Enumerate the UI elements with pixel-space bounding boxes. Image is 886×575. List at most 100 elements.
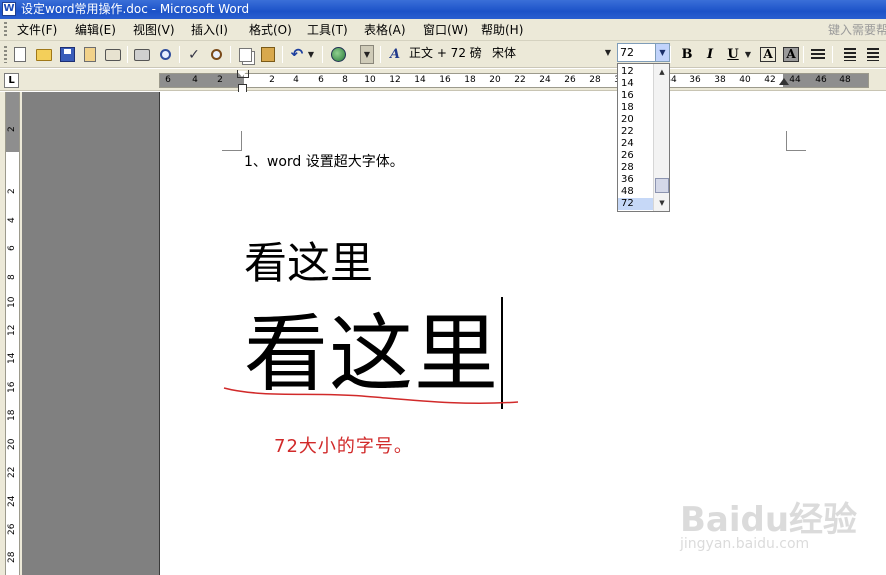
styles-formatting-button[interactable]: A bbox=[385, 45, 405, 64]
permission-button[interactable] bbox=[80, 45, 100, 64]
font-size-option[interactable]: 36 bbox=[618, 174, 654, 186]
menu-format[interactable]: 格式(O) bbox=[249, 22, 292, 38]
paste-button[interactable] bbox=[258, 45, 278, 64]
print-icon bbox=[134, 48, 150, 61]
menu-edit[interactable]: 编辑(E) bbox=[75, 22, 116, 38]
new-document-button[interactable] bbox=[10, 45, 30, 64]
hyperlink-button[interactable] bbox=[328, 45, 348, 64]
first-line-indent-marker[interactable] bbox=[237, 70, 249, 78]
chevron-down-icon[interactable]: ▼ bbox=[605, 44, 611, 62]
menu-insert[interactable]: 插入(I) bbox=[191, 22, 228, 38]
font-size-dropdown-button[interactable]: ▼ bbox=[655, 44, 669, 61]
scroll-up-icon[interactable]: ▲ bbox=[655, 65, 669, 79]
font-size-value[interactable]: 72 bbox=[620, 45, 634, 60]
vertical-ruler[interactable]: 2 2 4 6 8 10 12 14 16 18 20 22 24 26 28 bbox=[0, 92, 22, 575]
char-shading-button[interactable]: A bbox=[781, 45, 801, 64]
toolbar-separator bbox=[803, 46, 804, 63]
italic-button[interactable]: I bbox=[700, 45, 720, 64]
word-app-icon[interactable]: W bbox=[2, 2, 16, 16]
font-size-option[interactable]: 14 bbox=[618, 78, 654, 90]
menu-table[interactable]: 表格(A) bbox=[364, 22, 406, 38]
vertical-ruler-number: 16 bbox=[7, 381, 17, 393]
tab-selector[interactable]: L bbox=[4, 73, 19, 88]
vertical-ruler-number: 2 bbox=[7, 126, 17, 132]
vertical-ruler-number: 6 bbox=[7, 245, 17, 251]
font-size-box[interactable]: 72 ▼ bbox=[617, 43, 670, 62]
dropdown-scrollbar[interactable]: ▲ ▼ bbox=[653, 64, 669, 211]
font-size-option[interactable]: 26 bbox=[618, 150, 654, 162]
ruler-number: 10 bbox=[364, 75, 376, 85]
menu-view[interactable]: 视图(V) bbox=[133, 22, 175, 38]
undo-icon: ↶ bbox=[290, 45, 304, 63]
menu-tools[interactable]: 工具(T) bbox=[307, 22, 348, 38]
new-document-icon bbox=[14, 47, 26, 62]
ruler-number: 2 bbox=[269, 75, 275, 85]
vertical-ruler-number: 12 bbox=[7, 324, 17, 336]
help-search-box[interactable]: 键入需要帮 bbox=[828, 22, 886, 38]
scroll-down-icon[interactable]: ▼ bbox=[655, 196, 669, 210]
style-box[interactable]: 正文 + 72 磅 bbox=[409, 45, 482, 61]
menu-window[interactable]: 窗口(W) bbox=[423, 22, 468, 38]
vertical-ruler-track: 2 2 4 6 8 10 12 14 16 18 20 22 24 26 28 bbox=[5, 92, 20, 575]
copy-button[interactable] bbox=[235, 45, 255, 64]
window-title: 设定word常用操作.doc - Microsoft Word bbox=[21, 2, 250, 16]
char-shading-icon: A bbox=[783, 47, 799, 62]
undo-dropdown[interactable]: ▼ bbox=[305, 45, 317, 64]
scrollbar-thumb[interactable] bbox=[655, 178, 669, 193]
font-color-button[interactable]: A bbox=[758, 45, 778, 64]
bold-icon: B bbox=[681, 47, 693, 62]
menu-file[interactable]: 文件(F) bbox=[17, 22, 57, 38]
research-icon bbox=[210, 49, 222, 60]
font-size-options: 12 14 16 18 20 22 24 26 28 36 48 72 bbox=[618, 66, 654, 210]
undo-button[interactable]: ↶ bbox=[287, 45, 307, 64]
font-size-option[interactable]: 16 bbox=[618, 90, 654, 102]
menubar-grip[interactable] bbox=[4, 22, 7, 38]
font-size-option[interactable]: 72 bbox=[618, 198, 654, 210]
align-center-button[interactable] bbox=[808, 45, 828, 64]
ruler-number: 4 bbox=[192, 75, 198, 85]
underline-button[interactable]: U bbox=[723, 45, 743, 64]
save-button[interactable] bbox=[57, 45, 77, 64]
bullets-button[interactable] bbox=[861, 45, 881, 64]
document-heading[interactable]: 1、word 设置超大字体。 bbox=[244, 153, 404, 171]
toolbar-separator bbox=[670, 46, 671, 63]
bullets-icon bbox=[863, 48, 879, 61]
open-button[interactable] bbox=[34, 45, 54, 64]
right-indent-marker[interactable] bbox=[779, 78, 789, 85]
numbering-button[interactable] bbox=[838, 45, 858, 64]
vertical-ruler-number: 26 bbox=[7, 523, 17, 535]
ruler-number: 12 bbox=[389, 75, 401, 85]
underline-dropdown[interactable]: ▼ bbox=[742, 45, 754, 64]
spelling-icon: ✓ bbox=[188, 46, 200, 63]
toolbar-separator bbox=[380, 46, 381, 63]
font-name-box[interactable]: 宋体 ▼ bbox=[492, 44, 613, 62]
font-size-dropdown-list[interactable]: 12 14 16 18 20 22 24 26 28 36 48 72 ▲ ▼ bbox=[617, 63, 670, 212]
menu-help[interactable]: 帮助(H) bbox=[481, 22, 523, 38]
print-preview-button[interactable] bbox=[155, 45, 175, 64]
ruler-number: 40 bbox=[739, 75, 751, 85]
research-button[interactable] bbox=[206, 45, 226, 64]
font-size-option[interactable]: 12 bbox=[618, 66, 654, 78]
vertical-ruler-number: 2 bbox=[7, 188, 17, 194]
paste-icon bbox=[261, 47, 275, 62]
font-size-option[interactable]: 18 bbox=[618, 102, 654, 114]
document-large-text[interactable]: 看这里 bbox=[244, 238, 373, 290]
font-size-option[interactable]: 48 bbox=[618, 186, 654, 198]
red-underline-annotation bbox=[223, 387, 519, 405]
toolbar-grip[interactable] bbox=[4, 46, 7, 63]
spelling-button[interactable]: ✓ bbox=[184, 45, 204, 64]
watermark-url: jingyan.baidu.com bbox=[680, 536, 810, 552]
email-button[interactable] bbox=[103, 45, 123, 64]
dropdown-arrow-icon: ▼ bbox=[744, 49, 752, 59]
italic-icon: I bbox=[706, 47, 714, 62]
font-size-option[interactable]: 20 bbox=[618, 114, 654, 126]
permission-icon bbox=[84, 47, 96, 62]
font-size-option[interactable]: 24 bbox=[618, 138, 654, 150]
font-border-icon: A bbox=[760, 47, 776, 62]
horizontal-ruler[interactable]: 6422468101214161820222426283032343638404… bbox=[159, 73, 869, 88]
print-button[interactable] bbox=[132, 45, 152, 64]
bold-button[interactable]: B bbox=[677, 45, 697, 64]
font-size-option[interactable]: 22 bbox=[618, 126, 654, 138]
font-size-option[interactable]: 28 bbox=[618, 162, 654, 174]
toolbar-options-button[interactable]: ▼ bbox=[360, 45, 374, 64]
